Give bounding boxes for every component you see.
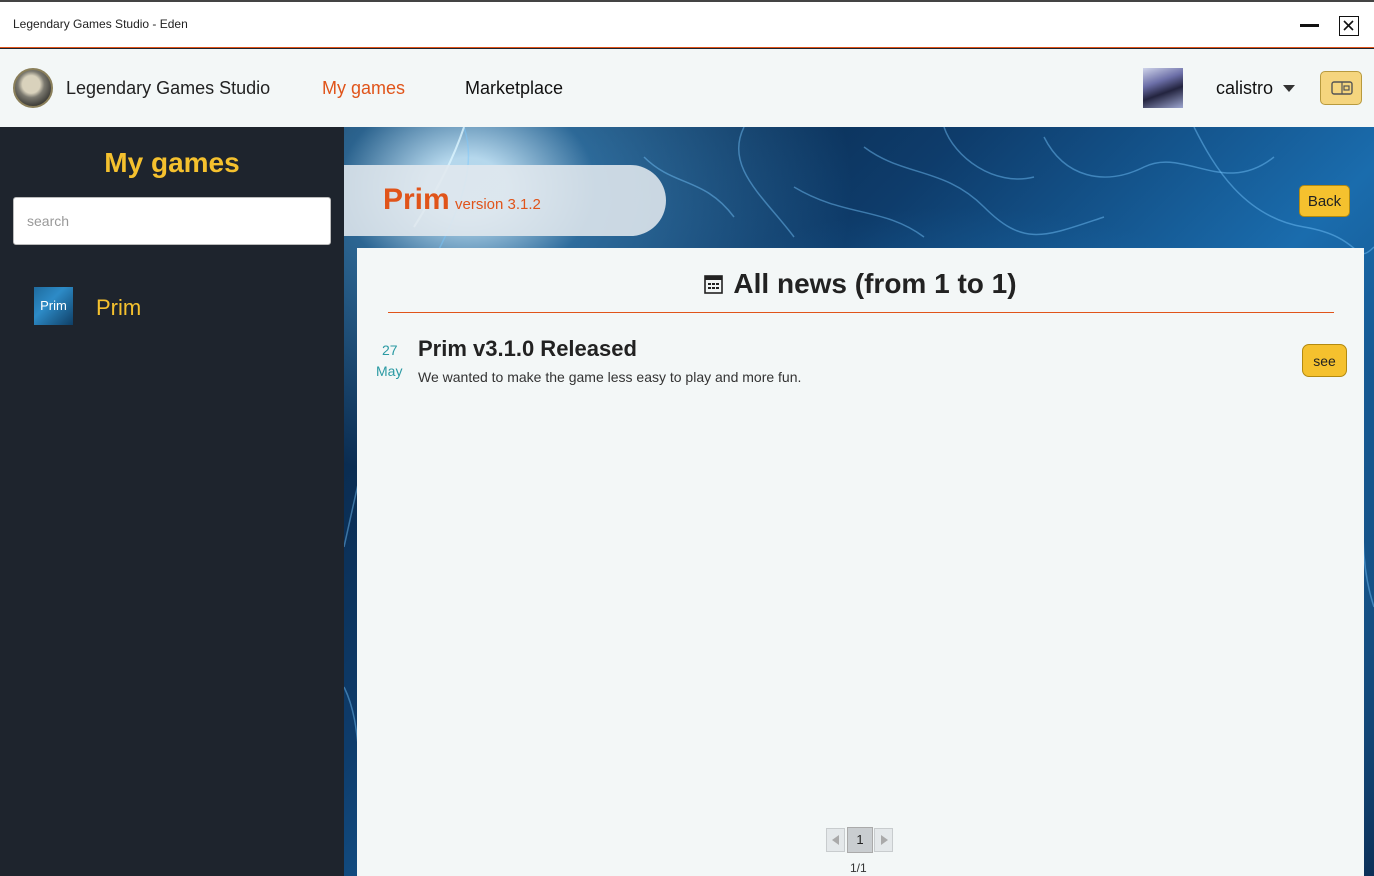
page-number-current[interactable]: 1 — [847, 827, 873, 853]
nav-link-marketplace[interactable]: Marketplace — [465, 78, 563, 99]
page-count: 1/1 — [850, 861, 867, 875]
game-header: Prim version 3.1.2 — [344, 165, 666, 236]
minimize-icon[interactable] — [1300, 12, 1320, 34]
close-icon[interactable] — [1339, 16, 1359, 36]
window-titlebar: Legendary Games Studio - Eden — [0, 0, 1374, 48]
news-heading-text: All news (from 1 to 1) — [733, 268, 1017, 299]
caret-down-icon[interactable] — [1283, 85, 1295, 92]
news-title: Prim v3.1.0 Released — [418, 336, 637, 361]
back-button[interactable]: Back — [1299, 185, 1350, 217]
pagination: 1 — [826, 827, 896, 853]
wallet-icon — [1331, 81, 1353, 95]
calendar-icon — [704, 275, 724, 294]
news-date-month: May — [376, 363, 403, 379]
news-item: 27 May Prim v3.1.0 Released We wanted to… — [357, 334, 1364, 394]
next-page-icon[interactable] — [874, 828, 893, 852]
see-news-button[interactable]: see — [1302, 344, 1347, 377]
news-heading: All news (from 1 to 1) — [357, 268, 1364, 300]
studio-name: Legendary Games Studio — [66, 78, 271, 98]
sidebar-item-label: Prim — [96, 295, 142, 320]
games-sidebar: My games Prim Prim — [0, 127, 344, 876]
news-panel: All news (from 1 to 1) 27 May Prim v3.1.… — [357, 248, 1364, 876]
wallet-button[interactable] — [1320, 71, 1362, 105]
game-title: Prim — [383, 183, 450, 216]
news-description: We wanted to make the game less easy to … — [418, 369, 802, 385]
sidebar-item-prim[interactable]: Prim Prim — [34, 287, 324, 327]
username[interactable]: calistro — [1216, 78, 1273, 99]
top-navbar: Legendary Games Studio My games Marketpl… — [0, 49, 1374, 127]
news-date-day: 27 — [382, 342, 398, 358]
prev-page-icon[interactable] — [826, 828, 845, 852]
sidebar-title: My games — [104, 147, 240, 178]
window-title: Legendary Games Studio - Eden — [13, 17, 188, 31]
studio-logo[interactable] — [13, 68, 53, 108]
user-avatar[interactable] — [1143, 68, 1183, 108]
game-thumbnail: Prim — [34, 287, 73, 325]
heading-divider — [388, 312, 1334, 313]
search-input[interactable] — [13, 197, 331, 245]
nav-link-my-games[interactable]: My games — [322, 78, 405, 99]
main-content: Prim version 3.1.2 Back All news (from 1… — [344, 127, 1374, 876]
game-version: version 3.1.2 — [455, 196, 541, 213]
